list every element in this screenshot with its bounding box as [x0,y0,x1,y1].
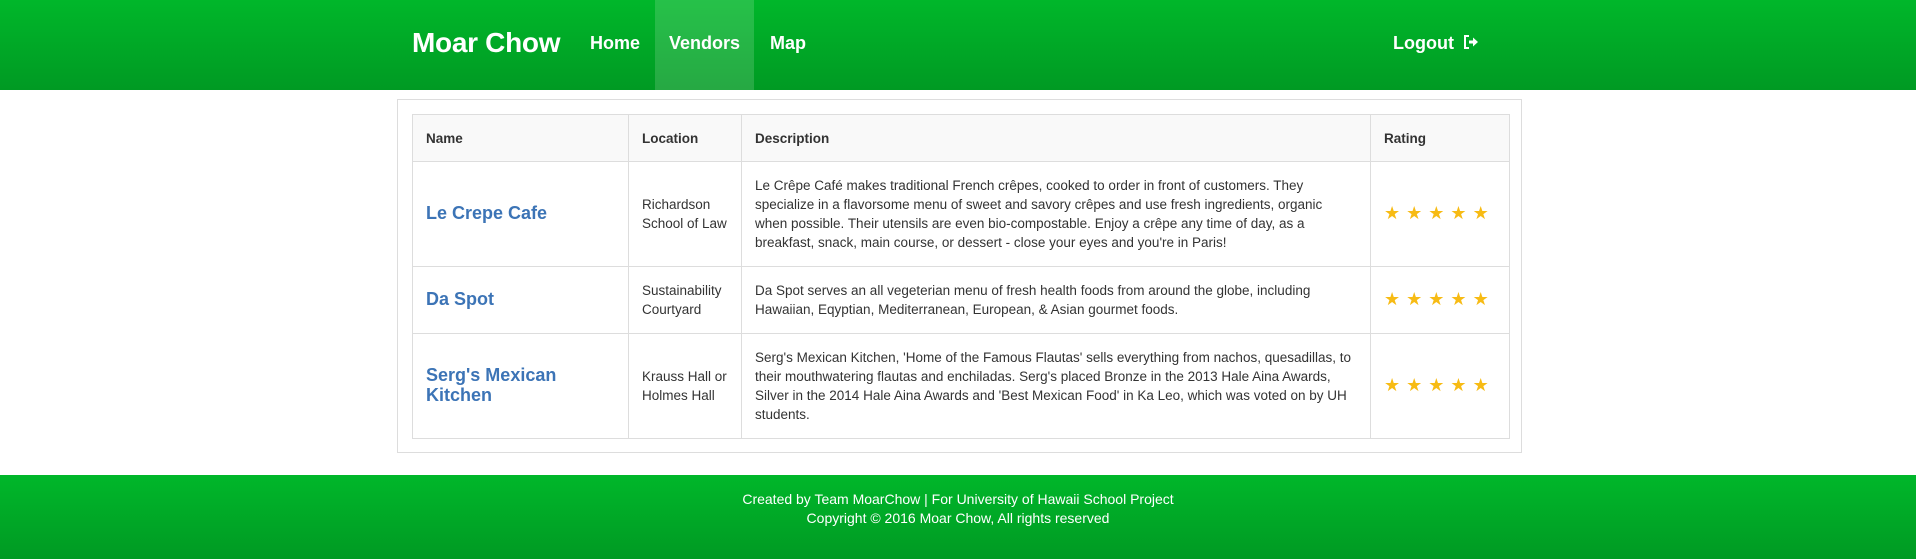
top-navbar: Moar Chow Home Vendors Map Logout [0,0,1916,90]
footer-copyright: Copyright © 2016 Moar Chow, All rights r… [806,510,1110,526]
footer-credits: Created by Team MoarChow | For Universit… [742,491,1174,507]
star-icon: ★ [1428,375,1445,395]
nav-vendors[interactable]: Vendors [655,0,754,90]
nav-map[interactable]: Map [754,0,822,90]
vendor-name-cell: Da Spot [412,266,629,334]
nav-home[interactable]: Home [575,0,655,90]
table-row: Da Spot Sustainability Courtyard Da Spot… [412,266,1510,334]
vendor-name-link[interactable]: Serg's Mexican Kitchen [426,365,556,405]
vendor-name-cell: Le Crepe Cafe [412,161,629,267]
footer: Created by Team MoarChow | For Universit… [0,475,1916,559]
logout-label: Logout [1393,33,1454,53]
column-header-name: Name [412,114,629,162]
rating-stars: ★ ★ ★ ★ ★ [1384,289,1495,309]
star-icon: ★ [1406,375,1423,395]
column-header-location: Location [628,114,742,162]
star-icon: ★ [1406,203,1423,223]
vendor-description: Serg's Mexican Kitchen, 'Home of the Fam… [741,333,1371,439]
star-icon: ★ [1472,375,1489,395]
rating-stars: ★ ★ ★ ★ ★ [1384,375,1495,395]
table-header-row: Name Location Description Rating [412,114,1510,162]
vendor-rating: ★ ★ ★ ★ ★ [1370,161,1510,267]
vendors-table: Name Location Description Rating Le Crep… [412,114,1510,439]
vendor-description: Da Spot serves an all vegeterian menu of… [741,266,1371,334]
star-icon: ★ [1406,289,1423,309]
star-icon: ★ [1428,289,1445,309]
star-icon: ★ [1450,289,1467,309]
star-icon: ★ [1428,203,1445,223]
vendor-location: Sustainability Courtyard [628,266,742,334]
brand-logo[interactable]: Moar Chow [412,0,560,86]
star-icon: ★ [1384,289,1401,309]
vendor-rating: ★ ★ ★ ★ ★ [1370,266,1510,334]
column-header-description: Description [741,114,1371,162]
sign-out-icon [1464,35,1478,50]
vendor-name-link[interactable]: Le Crepe Cafe [426,203,547,223]
column-header-rating: Rating [1370,114,1510,162]
table-row: Le Crepe Cafe Richardson School of Law L… [412,161,1510,267]
rating-stars: ★ ★ ★ ★ ★ [1384,203,1495,223]
star-icon: ★ [1472,289,1489,309]
vendors-panel: Name Location Description Rating Le Crep… [397,99,1522,453]
star-icon: ★ [1450,203,1467,223]
vendor-location: Krauss Hall or Holmes Hall [628,333,742,439]
star-icon: ★ [1384,375,1401,395]
vendor-name-link[interactable]: Da Spot [426,289,494,309]
logout-button[interactable]: Logout [1393,0,1493,90]
star-icon: ★ [1472,203,1489,223]
table-row: Serg's Mexican Kitchen Krauss Hall or Ho… [412,333,1510,439]
vendor-location: Richardson School of Law [628,161,742,267]
star-icon: ★ [1384,203,1401,223]
vendor-description: Le Crêpe Café makes traditional French c… [741,161,1371,267]
vendor-rating: ★ ★ ★ ★ ★ [1370,333,1510,439]
star-icon: ★ [1450,375,1467,395]
vendor-name-cell: Serg's Mexican Kitchen [412,333,629,439]
